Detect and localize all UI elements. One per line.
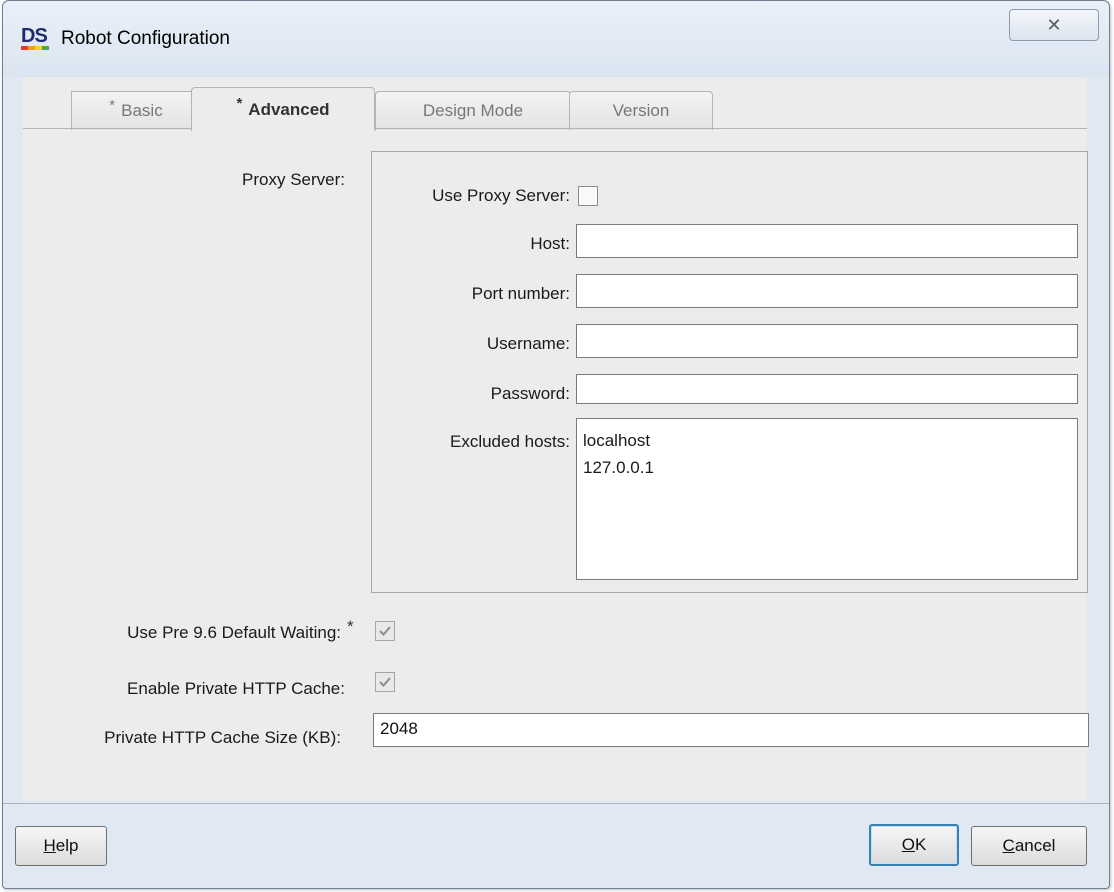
use-proxy-checkbox[interactable]: [578, 186, 598, 206]
cancel-label: ancel: [1014, 836, 1056, 855]
username-label: Username:: [486, 334, 570, 353]
host-label: Host:: [530, 234, 570, 253]
ok-label: K: [914, 835, 927, 854]
excluded-hosts-label: Excluded hosts:: [449, 432, 570, 451]
password-input[interactable]: [576, 374, 1078, 404]
close-button[interactable]: ✕: [1009, 9, 1099, 41]
excluded-hosts-textarea[interactable]: localhost 127.0.0.1: [576, 418, 1078, 580]
ok-mnemonic: O: [901, 835, 915, 854]
port-input[interactable]: [576, 274, 1078, 308]
port-label: Port number:: [471, 284, 570, 303]
modified-star-icon: *: [236, 95, 243, 112]
help-label: elp: [55, 836, 79, 855]
host-input[interactable]: [576, 224, 1078, 258]
title-bar: DS Robot Configuration ✕: [3, 1, 1109, 77]
checkmark-icon: [379, 626, 391, 636]
proxy-group-panel: Use Proxy Server: Host: Port number: Use…: [371, 151, 1088, 593]
cache-size-input[interactable]: 2048: [373, 713, 1089, 747]
username-input[interactable]: [576, 324, 1078, 358]
help-mnemonic: H: [43, 836, 56, 855]
tab-version-label: Version: [612, 101, 670, 120]
tab-basic[interactable]: * Basic: [71, 91, 201, 130]
app-logo-icon: DS: [21, 25, 49, 51]
modified-star-icon: *: [347, 617, 354, 636]
close-icon: ✕: [1046, 14, 1062, 35]
dialog-window: DS Robot Configuration ✕ * Basic * Advan…: [2, 0, 1110, 889]
logo-text: DS: [21, 25, 48, 47]
tab-advanced-label: Advanced: [248, 99, 330, 119]
logo-stripes: [21, 46, 49, 50]
footer-divider: [3, 803, 1109, 804]
checkmark-icon: [379, 677, 391, 687]
cancel-mnemonic: C: [1002, 836, 1015, 855]
private-cache-label: Enable Private HTTP Cache:: [127, 679, 345, 698]
ok-button[interactable]: OK: [869, 824, 959, 866]
cancel-button[interactable]: Cancel: [971, 826, 1087, 866]
pre96-waiting-checkbox[interactable]: [375, 621, 395, 641]
tab-basic-label: Basic: [121, 101, 163, 120]
private-cache-checkbox[interactable]: [375, 672, 395, 692]
dialog-client-area: * Basic * Advanced Design Mode Version P…: [23, 77, 1089, 801]
tab-advanced[interactable]: * Advanced: [191, 87, 375, 131]
password-label: Password:: [490, 384, 570, 403]
use-proxy-label: Use Proxy Server:: [432, 186, 570, 205]
tab-version[interactable]: Version: [569, 91, 713, 130]
help-button[interactable]: Help: [15, 826, 107, 866]
tab-design-mode[interactable]: Design Mode: [375, 91, 571, 130]
cache-size-label: Private HTTP Cache Size (KB):: [104, 728, 341, 747]
tab-strip: * Basic * Advanced Design Mode Version: [23, 87, 1087, 131]
tab-divider: [23, 128, 1087, 129]
excluded-host-line: 127.0.0.1: [583, 458, 654, 477]
window-title: Robot Configuration: [61, 28, 230, 49]
proxy-server-label: Proxy Server:: [242, 170, 345, 189]
tab-design-mode-label: Design Mode: [422, 101, 524, 120]
pre96-waiting-label: Use Pre 9.6 Default Waiting:: [127, 623, 341, 642]
modified-star-icon: *: [109, 96, 116, 114]
excluded-host-line: localhost: [583, 431, 651, 450]
